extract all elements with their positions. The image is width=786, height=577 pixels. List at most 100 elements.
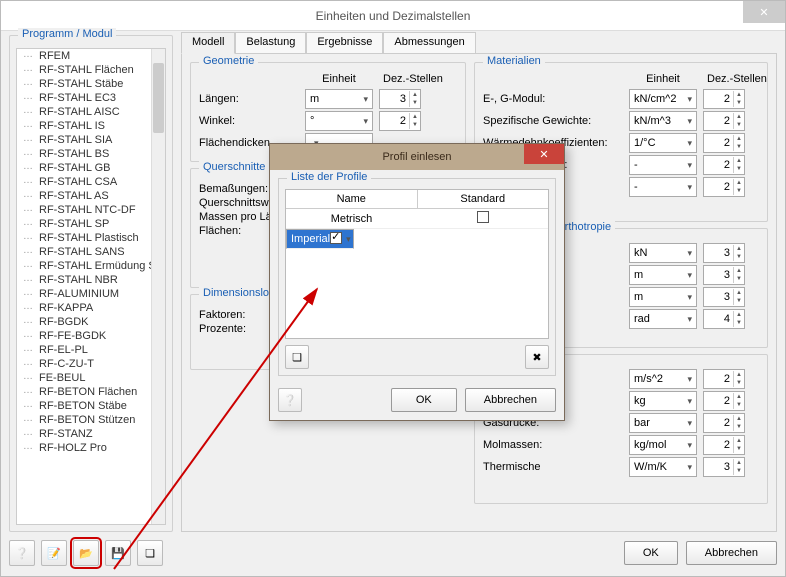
dialog-ok-button[interactable]: OK [391, 388, 457, 412]
tab-modell[interactable]: Modell [181, 32, 235, 54]
tab-belastung[interactable]: Belastung [235, 32, 306, 54]
decimal-spinner[interactable]: 2▲▼ [703, 155, 745, 175]
tree-item[interactable]: RF-STAHL Plastisch [17, 231, 165, 245]
decimal-spinner[interactable]: 3▲▼ [703, 287, 745, 307]
decimal-spinner[interactable]: 3▲▼ [703, 457, 745, 477]
decimal-spinner[interactable]: 2▲▼ [703, 133, 745, 153]
spin-up-icon[interactable]: ▲ [734, 289, 744, 297]
spin-up-icon[interactable]: ▲ [734, 179, 744, 187]
spin-up-icon[interactable]: ▲ [734, 311, 744, 319]
scroll-thumb[interactable] [153, 63, 164, 133]
spin-down-icon[interactable]: ▼ [734, 401, 744, 409]
tree-item[interactable]: RF-STAHL SP [17, 217, 165, 231]
unit-select[interactable]: kN/cm^2 [629, 89, 697, 109]
unit-select[interactable]: W/m/K [629, 457, 697, 477]
tree-item[interactable]: RF-STAHL Stäbe [17, 77, 165, 91]
unit-select[interactable]: ° [305, 111, 373, 131]
tree-item[interactable]: RF-EL-PL [17, 343, 165, 357]
unit-select[interactable]: m [305, 89, 373, 109]
decimal-spinner[interactable]: 3▲▼ [703, 243, 745, 263]
profile-detail-button[interactable]: ❏ [285, 345, 309, 369]
tree-item[interactable]: RF-ALUMINIUM [17, 287, 165, 301]
spin-down-icon[interactable]: ▼ [734, 275, 744, 283]
unit-select[interactable]: kN [629, 243, 697, 263]
tree-scrollbar[interactable] [151, 49, 165, 524]
spin-up-icon[interactable]: ▲ [410, 113, 420, 121]
decimal-spinner[interactable]: 3▲▼ [703, 265, 745, 285]
unit-select[interactable]: kg/mol [629, 435, 697, 455]
decimal-spinner[interactable]: 4▲▼ [703, 309, 745, 329]
tree-item[interactable]: RF-STAHL Ermüdung S [17, 259, 165, 273]
spin-up-icon[interactable]: ▲ [734, 393, 744, 401]
tree-item[interactable]: RF-BETON Flächen [17, 385, 165, 399]
tree-item[interactable]: RF-STAHL SIA [17, 133, 165, 147]
tree-item[interactable]: RF-STAHL CSA [17, 175, 165, 189]
dialog-cancel-button[interactable]: Abbrechen [465, 388, 556, 412]
edit-button[interactable]: 📝 [41, 540, 67, 566]
profile-delete-button[interactable]: ✖ [525, 345, 549, 369]
help-button[interactable]: ❔ [9, 540, 35, 566]
tree-item[interactable]: RF-FE-BGDK [17, 329, 165, 343]
spin-down-icon[interactable]: ▼ [734, 143, 744, 151]
spin-up-icon[interactable]: ▲ [734, 459, 744, 467]
spin-down-icon[interactable]: ▼ [734, 379, 744, 387]
tree-item[interactable]: RF-BGDK [17, 315, 165, 329]
cell-standard[interactable] [417, 211, 548, 226]
open-profile-button[interactable]: 📂 [73, 540, 99, 566]
decimal-spinner[interactable]: 2▲▼ [703, 89, 745, 109]
decimal-spinner[interactable]: 2▲▼ [703, 435, 745, 455]
spin-down-icon[interactable]: ▼ [734, 165, 744, 173]
tree-item[interactable]: RF-C-ZU-T [17, 357, 165, 371]
spin-up-icon[interactable]: ▲ [734, 135, 744, 143]
spin-up-icon[interactable]: ▲ [734, 437, 744, 445]
ok-button[interactable]: OK [624, 541, 678, 565]
tree-item[interactable]: RF-STAHL AISC [17, 105, 165, 119]
tree-item[interactable]: RF-STAHL GB [17, 161, 165, 175]
tree-item[interactable]: RF-BETON Stäbe [17, 399, 165, 413]
tab-ergebnisse[interactable]: Ergebnisse [306, 32, 383, 54]
spin-down-icon[interactable]: ▼ [734, 187, 744, 195]
spin-up-icon[interactable]: ▲ [734, 267, 744, 275]
decimal-spinner[interactable]: 3▲▼ [379, 89, 421, 109]
tree-item[interactable]: RF-BETON Stützen [17, 413, 165, 427]
unit-select[interactable]: bar [629, 413, 697, 433]
unit-select[interactable]: 1/°C [629, 133, 697, 153]
tree-item[interactable]: RF-STAHL SANS [17, 245, 165, 259]
tree-item[interactable]: RF-STAHL NBR [17, 273, 165, 287]
spin-down-icon[interactable]: ▼ [734, 253, 744, 261]
unit-select[interactable]: m/s^2 [629, 369, 697, 389]
profile-details-button[interactable]: ❏ [137, 540, 163, 566]
unit-select[interactable]: m [629, 287, 697, 307]
tree-item[interactable]: RF-STAHL NTC-DF [17, 203, 165, 217]
tab-abmessungen[interactable]: Abmessungen [383, 32, 475, 54]
decimal-spinner[interactable]: 2▲▼ [703, 111, 745, 131]
spin-down-icon[interactable]: ▼ [410, 99, 420, 107]
spin-down-icon[interactable]: ▼ [734, 467, 744, 475]
dialog-close-button[interactable]: ✕ [524, 144, 564, 164]
spin-up-icon[interactable]: ▲ [734, 245, 744, 253]
tree-item[interactable]: RF-STAHL BS [17, 147, 165, 161]
decimal-spinner[interactable]: 2▲▼ [703, 391, 745, 411]
spin-up-icon[interactable]: ▲ [734, 157, 744, 165]
dialog-help-button[interactable]: ❔ [278, 388, 302, 412]
decimal-spinner[interactable]: 2▲▼ [379, 111, 421, 131]
checkbox[interactable] [330, 232, 342, 244]
unit-select[interactable]: - [629, 177, 697, 197]
tree-item[interactable]: RF-STAHL AS [17, 189, 165, 203]
unit-select[interactable]: rad [629, 309, 697, 329]
spin-up-icon[interactable]: ▲ [734, 91, 744, 99]
spin-up-icon[interactable]: ▲ [410, 91, 420, 99]
window-close-button[interactable]: ✕ [743, 1, 785, 23]
checkbox[interactable] [477, 211, 489, 223]
unit-select[interactable]: m [629, 265, 697, 285]
spin-up-icon[interactable]: ▲ [734, 113, 744, 121]
unit-select[interactable]: - [629, 155, 697, 175]
cell-standard[interactable] [330, 232, 342, 247]
spin-down-icon[interactable]: ▼ [410, 121, 420, 129]
table-row[interactable]: Imperial [286, 229, 354, 249]
tree-item[interactable]: FE-BEUL [17, 371, 165, 385]
spin-up-icon[interactable]: ▲ [734, 415, 744, 423]
spin-down-icon[interactable]: ▼ [734, 99, 744, 107]
tree-item[interactable]: RF-STANZ [17, 427, 165, 441]
save-profile-button[interactable]: 💾 [105, 540, 131, 566]
